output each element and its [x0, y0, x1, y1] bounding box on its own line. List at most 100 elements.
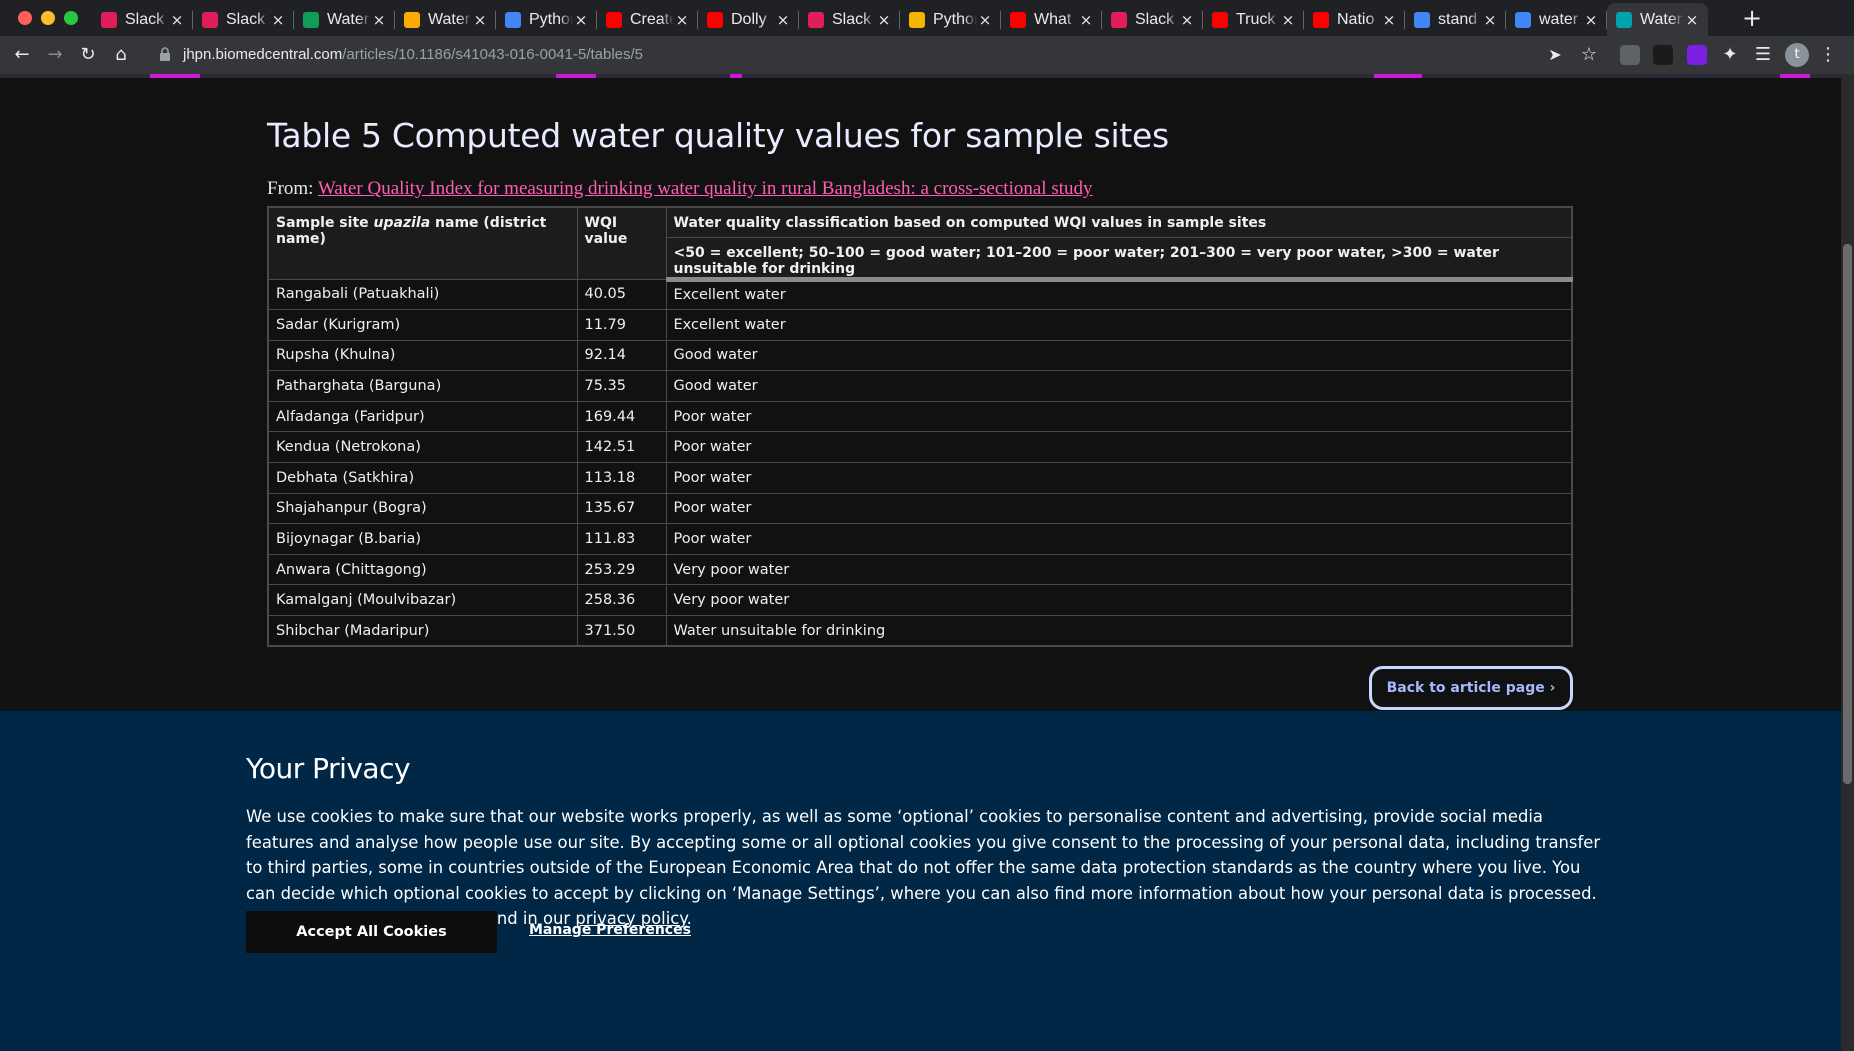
close-tab-icon[interactable]: ×: [1482, 11, 1498, 29]
browser-tab[interactable]: stand ×: [1405, 3, 1506, 36]
maximize-window-button[interactable]: [64, 11, 78, 25]
slack-icon: [101, 11, 117, 28]
tab-title: Water: [428, 10, 471, 28]
table-row: Debhata (Satkhira) 113.18 Poor water: [267, 462, 1573, 494]
cell-classification: Poor water: [665, 492, 1573, 525]
close-tab-icon[interactable]: ×: [775, 11, 791, 29]
reading-list-icon[interactable]: ☰: [1751, 43, 1775, 67]
tab-title: Dolly: [731, 10, 767, 28]
send-icon[interactable]: ➤: [1543, 43, 1567, 67]
back-arrow-icon[interactable]: ←: [10, 43, 34, 67]
cell-classification: Excellent water: [665, 309, 1573, 341]
browser-tab[interactable]: Natio ×: [1304, 3, 1405, 36]
cell-classification: Poor water: [665, 400, 1573, 433]
browser-tab[interactable]: Create ×: [597, 3, 698, 36]
browser-tab[interactable]: Water ×: [1607, 3, 1708, 36]
cell-classification: Poor water: [665, 523, 1573, 555]
table-row: Alfadanga (Faridpur) 169.44 Poor water: [267, 400, 1573, 433]
extensions-puzzle-icon[interactable]: ✦: [1718, 43, 1742, 67]
close-tab-icon[interactable]: ×: [371, 11, 387, 29]
table-row: Anwara (Chittagong) 253.29 Very poor water: [267, 553, 1573, 586]
close-tab-icon[interactable]: ×: [270, 11, 286, 29]
home-icon[interactable]: ⌂: [109, 43, 133, 67]
tab-title: Slack: [832, 10, 872, 28]
colab-icon: [404, 11, 420, 28]
close-tab-icon[interactable]: ×: [169, 11, 185, 29]
extension-chart-icon[interactable]: [1620, 45, 1640, 65]
close-tab-icon[interactable]: ×: [472, 11, 488, 29]
reload-icon[interactable]: ↻: [76, 43, 100, 67]
cell-site: Bijoynagar (B.baria): [267, 523, 578, 555]
article-link[interactable]: Water Quality Index for measuring drinki…: [318, 178, 1093, 199]
cell-site: Anwara (Chittagong): [267, 553, 578, 586]
browser-tab[interactable]: What ×: [1001, 3, 1102, 36]
browser-menu-icon[interactable]: ⋮: [1816, 43, 1840, 67]
browser-tab[interactable]: Slack ×: [1102, 3, 1203, 36]
scrollbar[interactable]: [1841, 74, 1854, 1051]
minimize-window-button[interactable]: [41, 11, 55, 25]
cell-classification: Very poor water: [665, 553, 1573, 586]
privacy-banner: Your Privacy We use cookies to make sure…: [0, 711, 1841, 1051]
accept-all-cookies-button[interactable]: Accept All Cookies: [246, 911, 497, 953]
close-tab-icon[interactable]: ×: [1583, 11, 1599, 29]
table-body: Rangabali (Patuakhali) 40.05 Excellent wat…: [267, 278, 1573, 647]
close-tab-icon[interactable]: ×: [1684, 11, 1700, 29]
close-tab-icon[interactable]: ×: [573, 11, 589, 29]
cell-classification: Good water: [665, 370, 1573, 402]
profile-avatar[interactable]: t: [1785, 43, 1809, 67]
browser-tab[interactable]: Python×: [900, 3, 1001, 36]
tab-title: Slack: [125, 10, 165, 28]
browser-tab[interactable]: Slack ×: [92, 3, 193, 36]
browser-tab[interactable]: Truck ×: [1203, 3, 1304, 36]
extension-bird-icon[interactable]: [1653, 45, 1673, 65]
cell-site: Alfadanga (Faridpur): [267, 400, 578, 433]
close-tab-icon[interactable]: ×: [1381, 11, 1397, 29]
tab-title: Slack: [1135, 10, 1175, 28]
cell-wqi: 111.83: [576, 523, 667, 555]
forward-arrow-icon[interactable]: →: [43, 43, 67, 67]
scrollbar-thumb[interactable]: [1843, 244, 1852, 784]
browser-tab[interactable]: Slack ×: [193, 3, 294, 36]
browser-tab[interactable]: Water ×: [294, 3, 395, 36]
bookmark-star-icon[interactable]: ☆: [1577, 43, 1601, 67]
close-tab-icon[interactable]: ×: [1078, 11, 1094, 29]
close-tab-icon[interactable]: ×: [1280, 11, 1296, 29]
table-row: Rangabali (Patuakhali) 40.05 Excellent wat…: [267, 278, 1573, 311]
close-window-button[interactable]: [18, 11, 32, 25]
cell-site: Shajahanpur (Bogra): [267, 492, 578, 525]
slack-icon: [1111, 11, 1127, 28]
tab-title: Water: [327, 10, 370, 28]
page-content: Table 5 Computed water quality values fo…: [0, 74, 1841, 1051]
browser-tab[interactable]: Dolly ×: [698, 3, 799, 36]
tab-title: Water: [1640, 10, 1683, 28]
data-table: Sample site upazila name (district name)…: [267, 206, 1573, 648]
browser-tab[interactable]: Python×: [496, 3, 597, 36]
address-bar[interactable]: jhpn.biomedcentral.com/articles/10.1186/…: [147, 40, 1547, 70]
youtube-icon: [707, 11, 723, 28]
back-to-article-button[interactable]: Back to article page ›: [1369, 666, 1573, 710]
extension-purple-icon[interactable]: [1687, 45, 1707, 65]
close-tab-icon[interactable]: ×: [1179, 11, 1195, 29]
tab-title: Python: [933, 10, 977, 28]
tab-title: Natio: [1337, 10, 1375, 28]
tab-title: water: [1539, 10, 1579, 28]
browser-tab[interactable]: water ×: [1506, 3, 1607, 36]
manage-preferences-button[interactable]: Manage Preferences: [529, 922, 691, 938]
cell-site: Sadar (Kurigram): [267, 309, 578, 341]
browser-tab[interactable]: Water ×: [395, 3, 496, 36]
table-row: Bijoynagar (B.baria) 111.83 Poor water: [267, 523, 1573, 555]
close-tab-icon[interactable]: ×: [977, 11, 993, 29]
browser-tab[interactable]: Slack ×: [799, 3, 900, 36]
close-tab-icon[interactable]: ×: [876, 11, 892, 29]
from-label: From:: [267, 178, 314, 199]
privacy-heading: Your Privacy: [246, 752, 411, 785]
cell-wqi: 92.14: [576, 339, 667, 372]
table-row: Shajahanpur (Bogra) 135.67 Poor water: [267, 492, 1573, 525]
youtube-icon: [1313, 11, 1329, 28]
cell-site: Shibchar (Madaripur): [267, 615, 578, 647]
column-header-site: Sample site upazila name (district name): [267, 206, 578, 280]
close-tab-icon[interactable]: ×: [674, 11, 690, 29]
new-tab-button[interactable]: +: [1738, 4, 1766, 32]
cell-classification: Good water: [665, 339, 1573, 372]
google-icon: [1414, 11, 1430, 28]
